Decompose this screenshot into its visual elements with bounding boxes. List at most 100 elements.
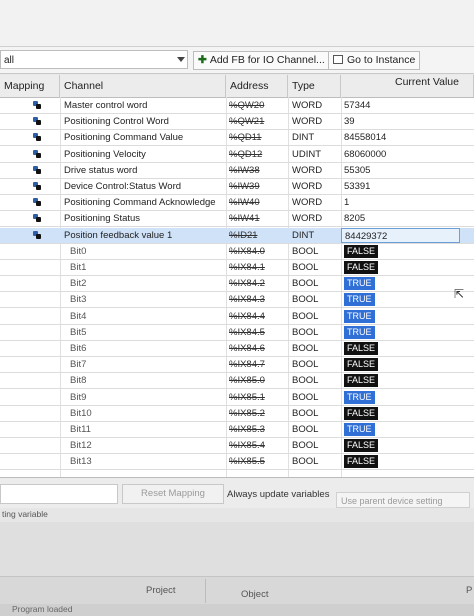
mapping-cell[interactable]	[0, 130, 58, 145]
table-row[interactable]: Position feedback value 1 %ID21 DINT 844293…	[0, 227, 474, 244]
mapping-cell[interactable]	[0, 98, 58, 113]
bit-address-cell: %IX84.1	[229, 262, 265, 273]
col-header-current-value[interactable]: Current Value	[341, 75, 474, 97]
table-row[interactable]: Device Control:Status Word %IW39 WORD 53391	[0, 179, 474, 195]
current-value-cell[interactable]: 57344	[341, 98, 460, 113]
mapping-cell[interactable]	[0, 228, 58, 243]
bit-value-cell[interactable]: FALSE	[341, 438, 460, 453]
bit-value-cell[interactable]: FALSE	[341, 454, 460, 469]
current-value-cell[interactable]: 53391	[341, 179, 460, 194]
reset-mapping-button[interactable]: Reset Mapping	[122, 484, 224, 504]
bit-channel-cell: Bit9	[70, 391, 87, 403]
bit-value-cell[interactable]: FALSE	[341, 406, 460, 421]
bool-value-badge: FALSE	[344, 261, 379, 274]
mapping-cell[interactable]	[0, 163, 58, 178]
tab-edge[interactable]: P	[466, 585, 472, 596]
bit-value-cell[interactable]: FALSE	[341, 341, 460, 356]
bit-row[interactable]: Bit8 %IX85.0 BOOL FALSE	[0, 373, 474, 390]
col-header-mapping[interactable]: Mapping	[0, 75, 60, 97]
go-to-instance-button[interactable]: Go to Instance	[328, 51, 421, 70]
mapping-cell[interactable]	[0, 195, 58, 210]
address-cell: %QD12	[229, 148, 263, 160]
bit-row[interactable]: Bit5 %IX84.5 BOOL TRUE	[0, 325, 474, 341]
address-cell: %QW21	[229, 116, 265, 128]
current-value-cell[interactable]: 1	[341, 195, 460, 210]
current-value-cell[interactable]: 84429372	[341, 227, 460, 243]
filter-dropdown[interactable]: all	[0, 50, 188, 69]
bit-value-cell[interactable]: TRUE	[341, 309, 460, 324]
bit-value-cell[interactable]: TRUE	[341, 422, 460, 437]
bit-row[interactable]: Bit7 %IX84.7 BOOL FALSE	[0, 357, 474, 374]
bool-value-badge: FALSE	[344, 342, 379, 355]
bit-type-cell: BOOL	[292, 294, 319, 306]
chevron-down-icon[interactable]	[177, 57, 185, 62]
add-fb-button[interactable]: ✚ Add FB for IO Channel...	[193, 51, 330, 70]
bit-row[interactable]: Bit2 %IX84.2 BOOL TRUE	[0, 276, 474, 293]
bit-row[interactable]: Bit11 %IX85.3 BOOL TRUE	[0, 422, 474, 438]
plus-icon: ✚	[198, 54, 207, 66]
mapping-cell[interactable]	[0, 179, 58, 194]
bit-row[interactable]: Bit0 %IX84.0 BOOL FALSE	[0, 244, 474, 260]
bit-row[interactable]: Bit9 %IX85.1 BOOL TRUE	[0, 390, 474, 406]
channel-cell: Positioning Status	[64, 213, 141, 225]
table-row[interactable]: Positioning Velocity %QD12 UDINT 68060000	[0, 147, 474, 163]
mapping-cell[interactable]	[0, 211, 58, 226]
table-row[interactable]: Positioning Command Acknowledge %IW40 WORD…	[0, 195, 474, 212]
tab-object[interactable]: Object	[241, 589, 268, 600]
table-row[interactable]: Positioning Status %IW41 WORD 8205	[0, 211, 474, 228]
bit-value-cell[interactable]: TRUE	[341, 325, 460, 340]
bit-value-cell[interactable]: FALSE	[341, 357, 460, 372]
bit-row[interactable]: Bit13 %IX85.5 BOOL FALSE	[0, 454, 474, 471]
bit-address-cell: %IX85.1	[229, 391, 265, 403]
col-header-type[interactable]: Type	[288, 75, 341, 97]
bit-value-cell[interactable]: TRUE	[341, 390, 460, 405]
bit-row[interactable]: Bit3 %IX84.3 BOOL TRUE	[0, 292, 474, 309]
bit-channel-cell: Bit4	[70, 310, 87, 322]
update-mode-select[interactable]: Use parent device setting	[336, 492, 470, 508]
table-row[interactable]: Master control word %QW20 WORD 57344	[0, 98, 474, 114]
current-value-cell[interactable]: 39	[341, 114, 460, 129]
type-cell: WORD	[292, 197, 323, 209]
bit-row[interactable]: Bit1 %IX84.1 BOOL FALSE	[0, 260, 474, 276]
col-header-channel[interactable]: Channel	[60, 75, 226, 97]
bit-row[interactable]: Bit12 %IX85.4 BOOL FALSE	[0, 438, 474, 455]
bit-channel-cell: Bit13	[70, 456, 92, 468]
bit-address-cell: %IX84.6	[229, 343, 265, 354]
col-header-address[interactable]: Address	[226, 75, 288, 97]
bit-row[interactable]: Bit4 %IX84.4 BOOL TRUE	[0, 309, 474, 325]
tab-project[interactable]: Project	[146, 585, 176, 596]
bit-row[interactable]: Bit6 %IX84.6 BOOL FALSE	[0, 341, 474, 357]
current-value-cell[interactable]: 68060000	[341, 147, 460, 162]
table-row[interactable]: Positioning Command Value %QD11 DINT 845580…	[0, 130, 474, 147]
mapping-field[interactable]	[0, 484, 118, 504]
channel-cell: Master control word	[64, 100, 148, 111]
bit-value-cell[interactable]: FALSE	[341, 260, 460, 275]
table-row[interactable]: Drive status word %IW38 WORD 55305	[0, 163, 474, 179]
bit-channel-cell: Bit1	[70, 262, 87, 273]
mapping-cell[interactable]	[0, 147, 58, 162]
mapping-cell[interactable]	[0, 114, 58, 129]
current-value-cell[interactable]: 55305	[341, 163, 460, 178]
bit-value-cell[interactable]: FALSE	[341, 373, 460, 388]
go-to-instance-icon	[333, 55, 343, 64]
current-value-cell[interactable]: 8205	[341, 211, 460, 226]
toolbar: all ✚ Add FB for IO Channel... Go to Inst…	[0, 47, 474, 74]
io-mapping-icon	[33, 117, 41, 126]
bit-value-cell[interactable]: FALSE	[341, 244, 460, 259]
bit-channel-cell: Bit3	[70, 294, 87, 306]
type-cell: WORD	[292, 116, 323, 128]
type-cell: WORD	[292, 100, 323, 111]
bit-channel-cell: Bit8	[70, 375, 87, 387]
table-row[interactable]: Positioning Control Word %QW21 WORD 39	[0, 114, 474, 131]
io-mapping-icon	[33, 214, 41, 223]
go-to-instance-label: Go to Instance	[347, 54, 416, 66]
current-value-cell[interactable]: 84558014	[341, 130, 460, 145]
bit-row[interactable]: Bit10 %IX85.2 BOOL FALSE	[0, 406, 474, 422]
address-cell: %IW38	[229, 164, 260, 176]
bit-type-cell: BOOL	[292, 375, 319, 387]
bit-value-cell[interactable]: TRUE	[341, 276, 460, 291]
bit-channel-cell: Bit10	[70, 407, 92, 419]
variable-hint-line: ting variable	[0, 508, 474, 522]
bit-address-cell: %IX85.0	[229, 375, 265, 387]
bit-value-cell[interactable]: TRUE	[341, 292, 460, 307]
